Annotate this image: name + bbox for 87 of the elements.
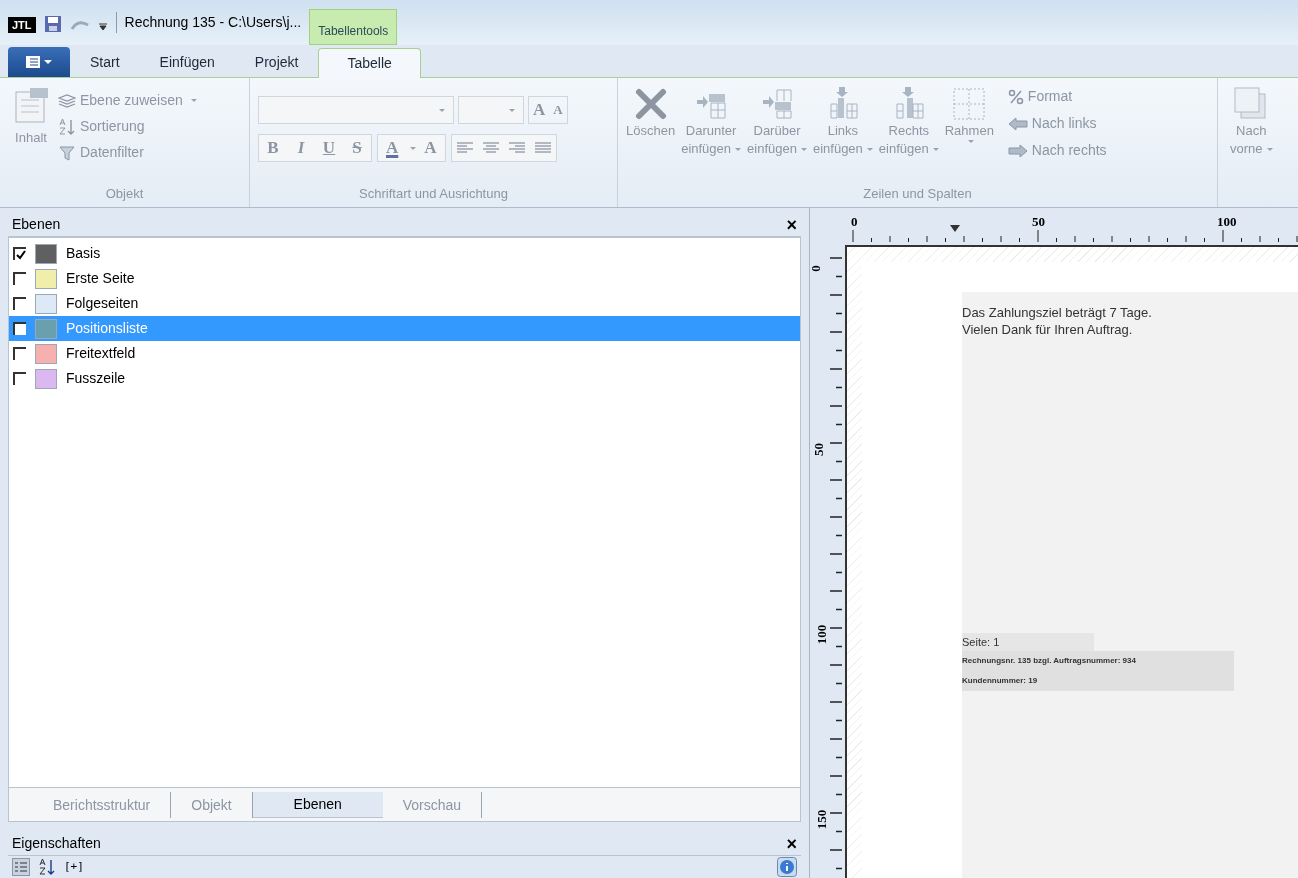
context-tab-label: Tabellentools <box>309 9 398 45</box>
format-button[interactable]: I <box>287 135 315 161</box>
right-arrow-icon <box>1007 143 1028 158</box>
ribbon-command[interactable]: Datenfilter <box>58 142 197 163</box>
page-text: Vielen Dank für Ihren Auftrag. <box>962 321 1134 338</box>
layer-row[interactable]: Freitextfeld <box>9 341 800 366</box>
ribbon-command[interactable]: Ebene zuweisen <box>58 90 197 111</box>
ribbon-button[interactable]: Darunter einfügen <box>681 86 742 184</box>
group-label: Zeilen und Spalten <box>862 184 973 203</box>
layer-row[interactable]: Fusszeile <box>9 366 800 391</box>
ribbon-command[interactable]: Nach rechts <box>1007 140 1107 161</box>
ribbon-button[interactable]: Rechts einfügen <box>878 86 939 184</box>
footer-field: Rechnungsnr. 135 bzgl. Auftragsnummer: 934 <box>962 651 1234 671</box>
panel-title: Ebenen <box>12 215 61 234</box>
app-logo: JTL <box>8 16 36 33</box>
app-menu-button[interactable] <box>8 47 70 77</box>
window-title: Rechnung 135 - C:\Users\j... <box>115 12 302 33</box>
document-icon <box>26 56 40 68</box>
layers-icon <box>58 93 76 108</box>
ribbon-tab[interactable]: Start <box>70 47 140 77</box>
ruler-label: 100 <box>815 624 829 645</box>
ribbon-tab[interactable]: Einfügen <box>139 47 235 77</box>
sort-icon <box>58 117 76 136</box>
document-icon <box>12 86 50 124</box>
ribbon-button[interactable]: Rahmen <box>944 86 994 184</box>
layer-row[interactable]: Folgeseiten <box>9 291 800 316</box>
caret-icon <box>509 108 515 112</box>
shrink-font-button[interactable]: A <box>549 97 567 123</box>
highlight-button[interactable]: A <box>416 135 445 161</box>
layer-name: Erste Seite <box>66 269 135 288</box>
format-button[interactable]: B <box>259 135 287 161</box>
layer-name: Fusszeile <box>66 369 126 388</box>
page-text: Das Zahlungsziel beträgt 7 Tage. <box>962 304 1153 321</box>
format-button[interactable]: U <box>315 135 343 161</box>
ruler-label: 50 <box>812 443 825 456</box>
panel-tab[interactable]: Ebenen <box>252 792 383 818</box>
ribbon-button[interactable]: Darüber einfügen <box>747 86 807 184</box>
check-icon <box>15 249 26 260</box>
ruler-label: 150 <box>815 809 829 830</box>
caret-icon <box>439 108 445 112</box>
checkbox[interactable] <box>13 247 26 260</box>
panel-tab[interactable]: Berichtsstruktur <box>33 792 172 818</box>
layer-row[interactable]: Positionsliste <box>9 316 800 341</box>
save-icon[interactable] <box>43 15 62 33</box>
ribbon-tab[interactable]: Tabelle <box>318 48 421 78</box>
layer-row[interactable]: Basis <box>9 241 800 266</box>
dropdown-arrow-icon[interactable] <box>97 21 108 31</box>
border-grid-icon <box>951 86 988 122</box>
ribbon-command[interactable]: Nach links <box>1007 113 1107 134</box>
funnel-icon <box>58 143 76 162</box>
grow-font-button[interactable]: A <box>529 97 550 123</box>
layer-row[interactable]: Erste Seite <box>9 266 800 291</box>
sort-icon[interactable] <box>38 858 56 876</box>
left-arrow-icon <box>1007 116 1028 131</box>
checkbox[interactable] <box>13 322 26 335</box>
footer-field: Kundennummer: 19 <box>962 671 1234 691</box>
expand-button[interactable]: [+] <box>64 858 84 876</box>
ribbon-tab[interactable]: Projekt <box>234 47 319 77</box>
ribbon-button[interactable]: Löschen <box>626 86 676 184</box>
ribbon-button[interactable]: Links einfügen <box>812 86 873 184</box>
font-color-button[interactable]: A <box>378 135 407 161</box>
ruler-label: 0 <box>851 213 858 231</box>
panel-title: Eigenschaften <box>12 834 101 853</box>
group-label: Schriftart und Ausrichtung <box>358 184 509 203</box>
format-button[interactable]: S <box>343 135 371 161</box>
layer-name: Folgeseiten <box>66 294 139 313</box>
footer-field: Seite: 1 <box>962 633 1094 651</box>
layer-name: Freitextfeld <box>66 344 136 363</box>
group-label: Objekt <box>104 184 145 203</box>
percent-icon <box>1007 88 1024 105</box>
panel-tab[interactable]: Objekt <box>171 792 253 818</box>
layer-name: Positionsliste <box>66 319 148 338</box>
ruler-label: 100 <box>1217 213 1237 231</box>
bring-forward-button[interactable]: Nach vorne <box>1218 78 1285 207</box>
indent-marker-icon[interactable] <box>950 225 960 232</box>
categorized-icon[interactable] <box>12 858 30 876</box>
ribbon-command[interactable]: Sortierung <box>58 116 197 137</box>
close-button[interactable]: × <box>786 834 797 853</box>
ruler-label: 50 <box>1032 213 1045 231</box>
info-icon[interactable] <box>777 857 797 877</box>
ribbon-command[interactable]: Format <box>1007 86 1107 107</box>
panel-tab[interactable]: Vorschau <box>382 792 483 818</box>
content-button[interactable]: Inhalt <box>12 86 50 184</box>
layer-name: Basis <box>66 244 101 263</box>
close-button[interactable]: × <box>786 215 797 234</box>
caret-icon <box>410 146 417 150</box>
ruler-label: 0 <box>810 265 822 272</box>
